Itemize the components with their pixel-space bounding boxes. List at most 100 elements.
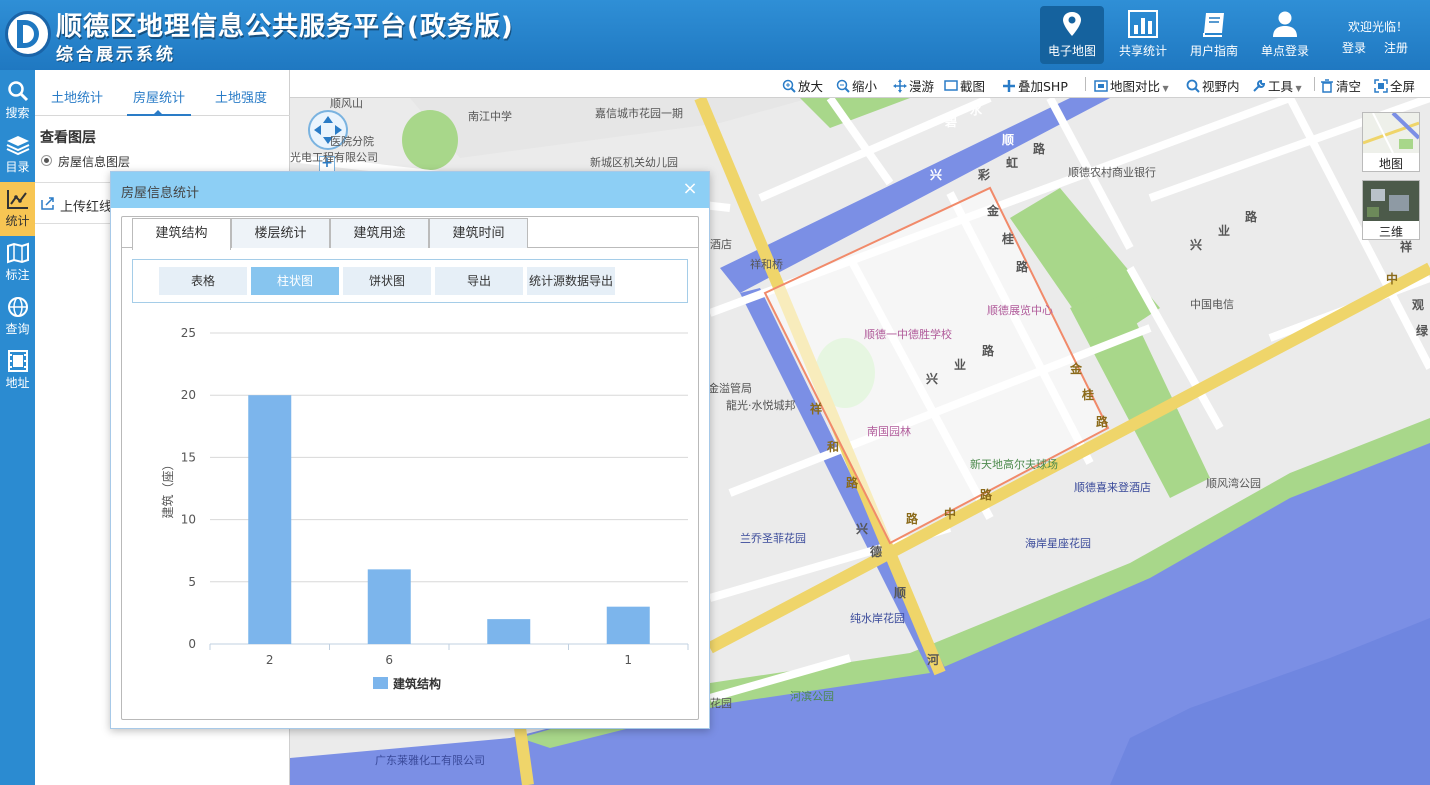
road-label: 兴 (1190, 238, 1203, 252)
export-source-data-button[interactable]: 统计源数据导出 (527, 267, 615, 295)
road-label: 路 (980, 488, 993, 502)
tool-label: 漫游 (909, 79, 935, 94)
pie-chart-button[interactable]: 饼状图 (343, 267, 431, 295)
pan-button[interactable]: 漫游 (893, 76, 934, 94)
x-tick-label: 6 (385, 653, 393, 667)
tab-floor-statistics[interactable]: 楼层统计 (231, 218, 330, 248)
road-label: 顺 (1002, 133, 1015, 147)
tool-label: 视野内 (1202, 79, 1240, 94)
tab-building-time[interactable]: 建筑时间 (429, 218, 528, 248)
fullscreen-button[interactable]: 全屏 (1374, 76, 1415, 94)
poi-label: 新天地高尔夫球场 (970, 458, 1058, 471)
poi-label: 中国电信 (1190, 298, 1234, 311)
rail-item-annotate[interactable]: 标注 (0, 236, 35, 290)
zoom-out-icon (836, 79, 850, 93)
zoom-in-button[interactable]: 放大 (782, 76, 823, 94)
map-pin-icon (1063, 12, 1081, 36)
poi-label: 顺风山 (330, 98, 363, 110)
search-icon (7, 81, 28, 102)
register-link[interactable]: 注册 (1384, 39, 1408, 56)
satellite-thumbnail-icon (1363, 181, 1419, 221)
house-layer-radio[interactable] (41, 155, 52, 166)
house-layer-label: 房屋信息图层 (58, 155, 131, 169)
tab-building-use[interactable]: 建筑用途 (330, 218, 429, 248)
nav-single-sign-on[interactable]: 单点登录 (1253, 6, 1317, 64)
poi-label: 南国园林 (867, 425, 911, 438)
tab-building-structure[interactable]: 建筑结构 (132, 218, 231, 250)
road-label: 桂 (1082, 388, 1095, 402)
poi-label: 嘉信城市花园一期 (595, 107, 683, 120)
road-label: 兴 (926, 372, 939, 386)
close-icon[interactable]: × (682, 180, 698, 198)
export-button[interactable]: 导出 (435, 267, 523, 295)
y-tick-label: 10 (181, 513, 196, 527)
road-label: 祥 (810, 402, 823, 416)
road-label: 兴 (856, 522, 869, 536)
basemap-2d-switch[interactable]: 地图 (1362, 112, 1420, 172)
road-label: 路 (1245, 210, 1258, 224)
dialog-header[interactable]: 房屋信息统计 × (111, 172, 709, 208)
user-icon (1273, 11, 1297, 37)
table-view-button[interactable]: 表格 (159, 267, 247, 295)
overlay-shp-button[interactable]: 叠加SHP (1002, 76, 1068, 94)
tools-dropdown[interactable]: 工具 ▼ (1252, 76, 1302, 94)
rail-item-catalog[interactable]: 目录 (0, 128, 35, 182)
clear-button[interactable]: 清空 (1320, 76, 1361, 94)
rail-item-address[interactable]: 地址 (0, 344, 35, 398)
panel-tabs: 土地统计 房屋统计 土地强度 (35, 70, 290, 116)
app-root: 顺德区地理信息公共服务平台(政务版) 综合展示系统 电子地图 共享统计 用户指南… (0, 0, 1430, 785)
zoom-in-icon (782, 79, 796, 93)
tool-label: 截图 (960, 79, 986, 94)
tool-label: 全屏 (1390, 79, 1416, 94)
chart-icon (6, 190, 28, 209)
poi-label: 医院分院 (330, 135, 374, 148)
road-label: 路 (1016, 260, 1029, 274)
plus-icon (1003, 80, 1015, 92)
road-label: 观 (1412, 298, 1425, 312)
zoom-out-button[interactable]: 缩小 (836, 76, 877, 94)
basemap-3d-switch[interactable]: 三维 (1362, 180, 1420, 240)
rail-item-query[interactable]: 查询 (0, 290, 35, 344)
bar (248, 395, 292, 644)
login-link[interactable]: 登录 (1342, 39, 1366, 56)
poi-label: 顺德喜来登酒店 (1074, 481, 1151, 494)
rail-item-statistics[interactable]: 统计 (0, 182, 35, 236)
y-tick-label: 15 (181, 450, 196, 464)
bar-chart-button[interactable]: 柱状图 (251, 267, 339, 295)
basemap-label: 地图 (1378, 157, 1403, 171)
tool-label: 地图对比 (1110, 79, 1161, 94)
road-label: 绿 (1416, 324, 1429, 338)
tool-label: 放大 (798, 79, 824, 94)
rail-item-search[interactable]: 搜索 (0, 74, 35, 128)
in-view-button[interactable]: 视野内 (1186, 76, 1240, 94)
search-icon (1186, 79, 1200, 93)
road-label: 桂 (1002, 232, 1015, 246)
upload-icon (41, 197, 54, 210)
x-tick-label: 1 (624, 653, 632, 667)
globe-icon (7, 297, 28, 317)
tool-label: 叠加SHP (1018, 79, 1068, 94)
road-label: 水 (970, 103, 983, 117)
nav-shared-statistics[interactable]: 共享统计 (1111, 6, 1175, 64)
road-label: 兴 (930, 168, 943, 182)
tab-house-statistics[interactable]: 房屋统计 (133, 87, 185, 106)
rail-label: 统计 (5, 214, 30, 228)
screenshot-button[interactable]: 截图 (944, 76, 985, 94)
pan-icon (893, 79, 907, 93)
nav-user-guide[interactable]: 用户指南 (1182, 6, 1246, 64)
dialog-body: 建筑结构 楼层统计 建筑用途 建筑时间 表格 柱状图 饼状图 导出 统计源数据导… (121, 216, 699, 720)
platform-logo (5, 11, 51, 57)
poi-label: 兰乔圣菲花园 (740, 532, 806, 545)
bar (487, 619, 531, 644)
poi-label: 光电工程有限公司 (290, 151, 378, 164)
road-label: 河 (927, 653, 940, 667)
map-compare-button[interactable]: 地图对比 ▼ (1094, 76, 1169, 94)
poi-label: 顺德展览中心 (987, 304, 1053, 317)
poi-label: 广东莱雅化工有限公司 (375, 754, 485, 767)
tab-land-intensity[interactable]: 土地强度 (215, 87, 267, 106)
nav-electronic-map[interactable]: 电子地图 (1040, 6, 1104, 64)
fullscreen-icon (1374, 79, 1388, 93)
nav-label: 单点登录 (1260, 44, 1309, 58)
road-label: 金 (987, 204, 1000, 218)
tab-land-statistics[interactable]: 土地统计 (51, 87, 103, 106)
